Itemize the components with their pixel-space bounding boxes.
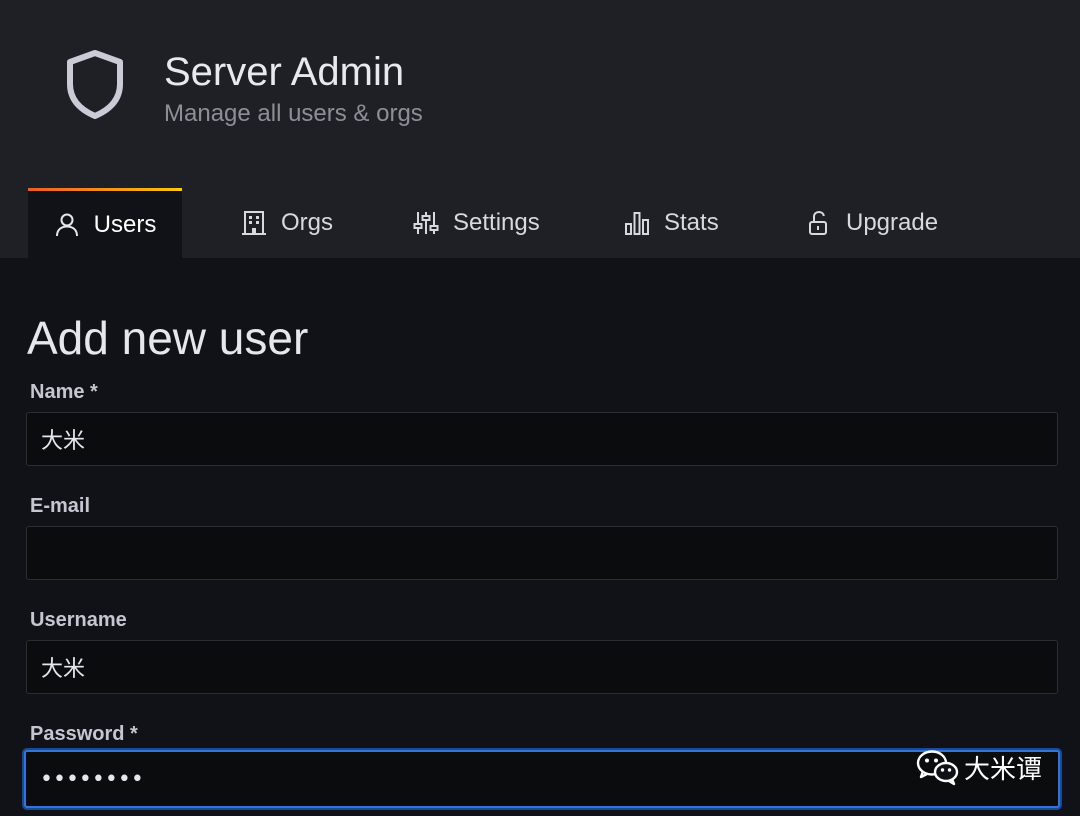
wechat-icon [916,750,959,786]
user-icon [55,213,78,236]
shield-icon [67,50,123,119]
page-header: Server Admin Manage all users & orgs Use… [0,0,1080,258]
tab-settings-label: Settings [453,209,540,236]
tab-stats-label: Stats [664,209,719,236]
tab-stats[interactable]: Stats [624,188,719,258]
form-heading: Add new user [27,312,309,364]
tab-upgrade-label: Upgrade [846,209,939,236]
email-field[interactable] [26,526,1058,580]
password-field[interactable] [24,750,1060,808]
tab-bar: Users Orgs Settings Stats Upgrade [0,188,1080,258]
sliders-icon [413,212,439,234]
watermark-text: 大米谭 [964,754,1043,785]
name-field[interactable] [26,412,1058,466]
tab-orgs-label: Orgs [281,209,334,236]
tab-upgrade[interactable]: Upgrade [806,188,938,258]
name-label: Name * [30,381,98,403]
tab-settings[interactable]: Settings [413,188,540,258]
tab-orgs[interactable]: Orgs [241,188,333,258]
unlock-icon [809,210,827,235]
password-label: Password * [30,723,138,745]
email-label: E-mail [30,495,91,517]
page-subtitle: Manage all users & orgs [164,100,423,127]
tab-users-label: Users [93,210,157,238]
username-label: Username [30,609,127,631]
username-field[interactable] [26,640,1058,694]
page-title: Server Admin [164,50,405,94]
watermark: 大米谭 [916,748,1042,786]
bar-chart-icon [625,212,649,235]
tab-users[interactable]: Users [28,188,182,258]
admin-page: Server Admin Manage all users & orgs Use… [0,0,1080,816]
building-icon [242,211,266,235]
